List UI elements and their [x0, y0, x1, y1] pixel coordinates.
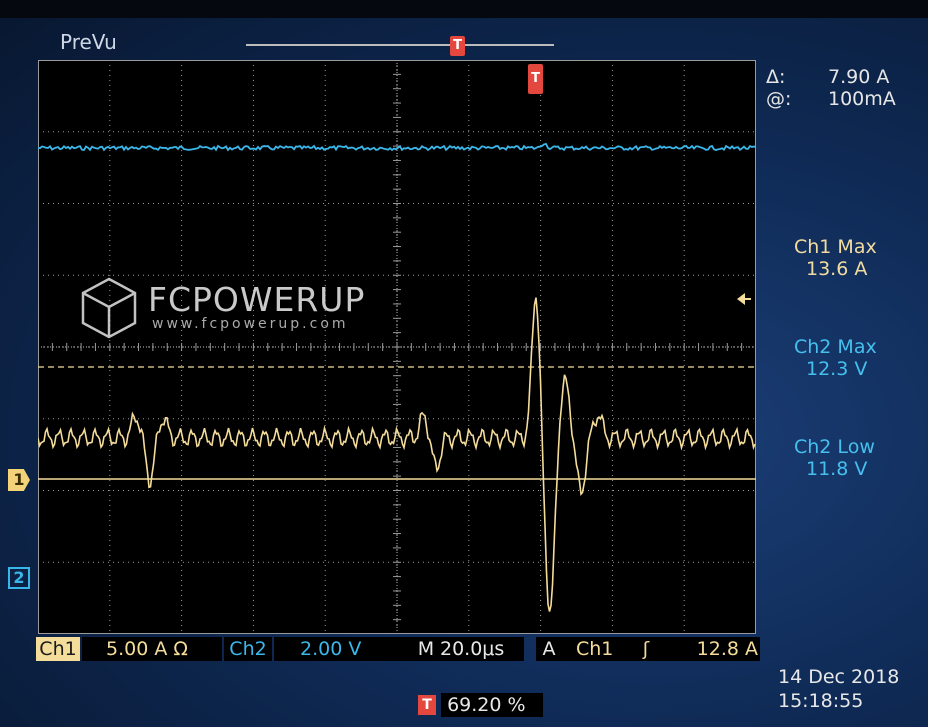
measurement-ch1-max-label: Ch1 Max [794, 236, 877, 258]
fcpowerup-logo-icon [81, 277, 137, 339]
trigger-position-icon: T [418, 695, 436, 715]
trigger-position-value[interactable]: 69.20 % [441, 693, 544, 717]
trigger-point-marker-icon[interactable]: T [528, 64, 543, 94]
screen-bezel [0, 0, 928, 18]
acquisition-status: PreVu [60, 30, 117, 54]
oscilloscope-screen: PreVu T T FCPOWERUP www.fcpowerup.com 1 … [0, 0, 928, 727]
trigger-mode[interactable]: A [536, 637, 562, 661]
watermark-name: FCPOWERUP [148, 280, 366, 319]
watermark-url: www.fcpowerup.com [152, 316, 349, 332]
trigger-marker-plot-label: T [531, 71, 540, 86]
record-length-bar [246, 44, 554, 46]
ch1-trace [38, 297, 756, 612]
trigger-source[interactable]: Ch1 [562, 637, 626, 661]
ch1-scale[interactable]: 5.00 A Ω [82, 637, 222, 661]
trigger-level[interactable]: 12.8 A [666, 637, 760, 661]
measurement-ch2-max-label: Ch2 Max [794, 336, 877, 358]
measurement-ch2-low-label: Ch2 Low [794, 436, 875, 458]
scale-status-bar: Ch1 5.00 A Ω Ch2 2.00 V M 20.0μs A Ch1 ʃ… [36, 637, 760, 661]
measurement-ch2-max-value: 12.3 V [806, 358, 868, 380]
timebase-value[interactable]: 20.0μs [440, 637, 524, 661]
timebase-label: M [412, 637, 440, 661]
trigger-slope-icon[interactable]: ʃ [626, 637, 666, 661]
cursor-delta-value: 7.90 A [828, 66, 890, 88]
trigger-marker-top-label: T [453, 38, 462, 53]
measurement-ch2-low-value: 11.8 V [806, 458, 868, 480]
date-display: 14 Dec 2018 [778, 666, 900, 688]
waveform-graticule[interactable] [38, 60, 756, 634]
cursor-at-value: 100mA [828, 88, 896, 110]
ch1-ground-marker[interactable]: 1 [8, 469, 30, 491]
trigger-position-readout: T 69.20 % [418, 693, 544, 717]
ch2-scale[interactable]: 2.00 V [274, 637, 412, 661]
ch1-label[interactable]: Ch1 [36, 637, 80, 661]
ch2-ground-marker[interactable]: 2 [8, 567, 30, 589]
time-display: 15:18:55 [778, 690, 864, 712]
measurement-ch1-max-value: 13.6 A [806, 258, 868, 280]
cursor-at-label: @: [766, 88, 792, 110]
waveform-traces [38, 142, 756, 612]
trigger-level-arrow-icon [737, 293, 751, 305]
ch2-label[interactable]: Ch2 [224, 637, 272, 661]
cursor-delta-label: Δ: [766, 66, 786, 88]
ch2-trace [38, 142, 756, 152]
trigger-position-marker-icon[interactable]: T [450, 36, 465, 56]
